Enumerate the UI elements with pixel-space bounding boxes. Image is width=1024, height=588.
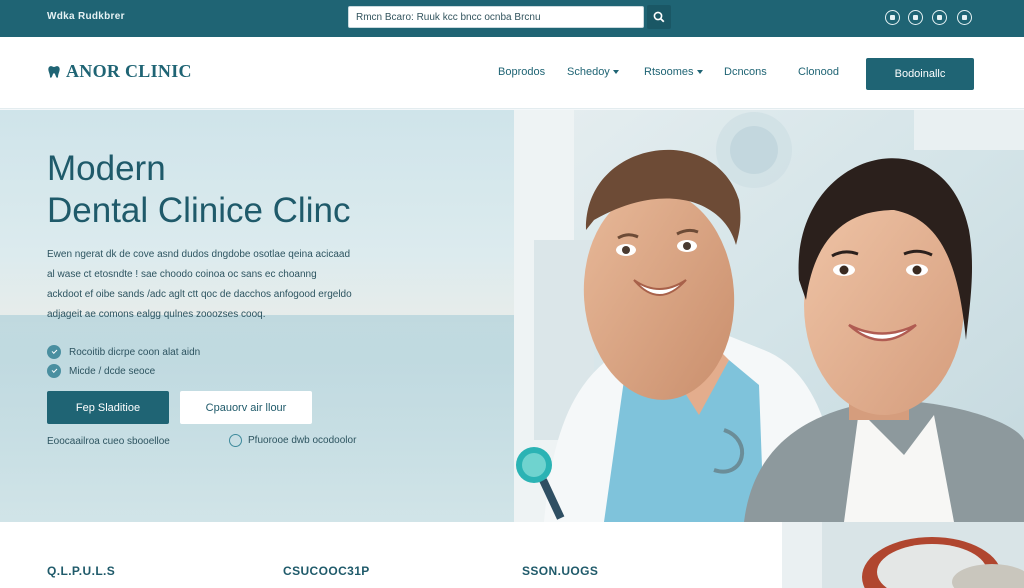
hero-title-line2: Dental Clinice Clinc (47, 191, 351, 230)
desc-line: Ewen ngerat dk de cove asnd dudos dngdob… (47, 249, 351, 260)
twitter-icon[interactable] (932, 10, 947, 25)
nav-label: Dcncons (724, 66, 767, 78)
feature-item: Rocoitib dicrpe coon alat aidn (47, 345, 200, 359)
chevron-down-icon (696, 70, 703, 74)
feature-item: Micde / dcde seoce (47, 364, 155, 378)
search-input[interactable] (348, 6, 644, 28)
services-section: Q.L.P.U.L.S CSUCOOC31P SSON.UOGS (0, 522, 1024, 588)
search-icon (653, 11, 665, 23)
hero-footnote: Eoocaailroa cueo sbooelloe (47, 436, 170, 447)
hero-photo (514, 110, 1024, 522)
topbar-brand: Wdka Rudkbrer (47, 11, 125, 22)
tooth-logo-icon (48, 65, 60, 78)
check-circle-icon (47, 345, 61, 359)
nav-label: Clonood (798, 66, 839, 78)
feature-label: Micde / dcde seoce (69, 365, 156, 377)
section-heading: Q.L.P.U.L.S (47, 564, 116, 578)
service-photo-illustration (782, 522, 1024, 588)
nav-label: Boprodos (498, 66, 546, 78)
nav-label: Schedoy (567, 66, 610, 78)
nav-item-3[interactable]: Rtsoomes (644, 66, 703, 78)
hero-description: Ewen ngerat dk de cove asnd dudos dngdob… (47, 245, 427, 325)
circle-icon (229, 434, 242, 447)
dentists-photo-illustration (514, 110, 1024, 522)
feature-label: Rocoitib dicrpe coon alat aidn (69, 346, 201, 358)
section-heading: CSUCOOC31P (283, 564, 370, 578)
desc-line: adjageit ae comons ealgg qulnes zooozses… (47, 309, 266, 320)
logo[interactable]: ANOR CLINIC (46, 61, 192, 82)
chevron-down-icon (612, 70, 619, 74)
hero-section: Modern Dental Clinice Clinc Ewen ngerat … (0, 110, 1024, 522)
nav-item-1[interactable]: Boprodos (498, 66, 545, 78)
section-heading: SSON.UOGS (522, 564, 599, 578)
top-bar: Wdka Rudkbrer (0, 0, 1024, 37)
primary-cta-button[interactable]: Fep Sladitioe (47, 391, 169, 424)
nav-item-2[interactable]: Schedoy (567, 66, 619, 78)
footnote-link-label: Pfuorooe dwb ocodoolor (248, 435, 357, 446)
desc-line: ackdoot ef oibe sands /adc aglt ctt qoc … (47, 289, 352, 300)
youtube-icon[interactable] (957, 10, 972, 25)
nav-label: Rtsoomes (644, 66, 694, 78)
service-photo (782, 522, 1024, 588)
check-circle-icon (47, 364, 61, 378)
instagram-icon[interactable] (908, 10, 923, 25)
search-button[interactable] (647, 5, 671, 29)
nav-item-4[interactable]: Dcncons (724, 66, 767, 78)
facebook-icon[interactable] (885, 10, 900, 25)
site-header: ANOR CLINIC Boprodos Schedoy Rtsoomes Dc… (0, 37, 1024, 109)
hero-title: Modern Dental Clinice Clinc (47, 148, 487, 232)
logo-text: ANOR CLINIC (66, 61, 192, 81)
hero-title-line1: Modern (47, 149, 166, 188)
hero-footnote-link[interactable]: Pfuorooe dwb ocodoolor (229, 434, 356, 447)
nav-item-5[interactable]: Clonood (798, 66, 839, 78)
book-appointment-button[interactable]: Bodoinallc (866, 58, 974, 90)
desc-line: al wase ct etosndte ! sae choodo coinoa … (47, 269, 317, 280)
secondary-cta-button[interactable]: Cpauorv air llour (180, 391, 312, 424)
